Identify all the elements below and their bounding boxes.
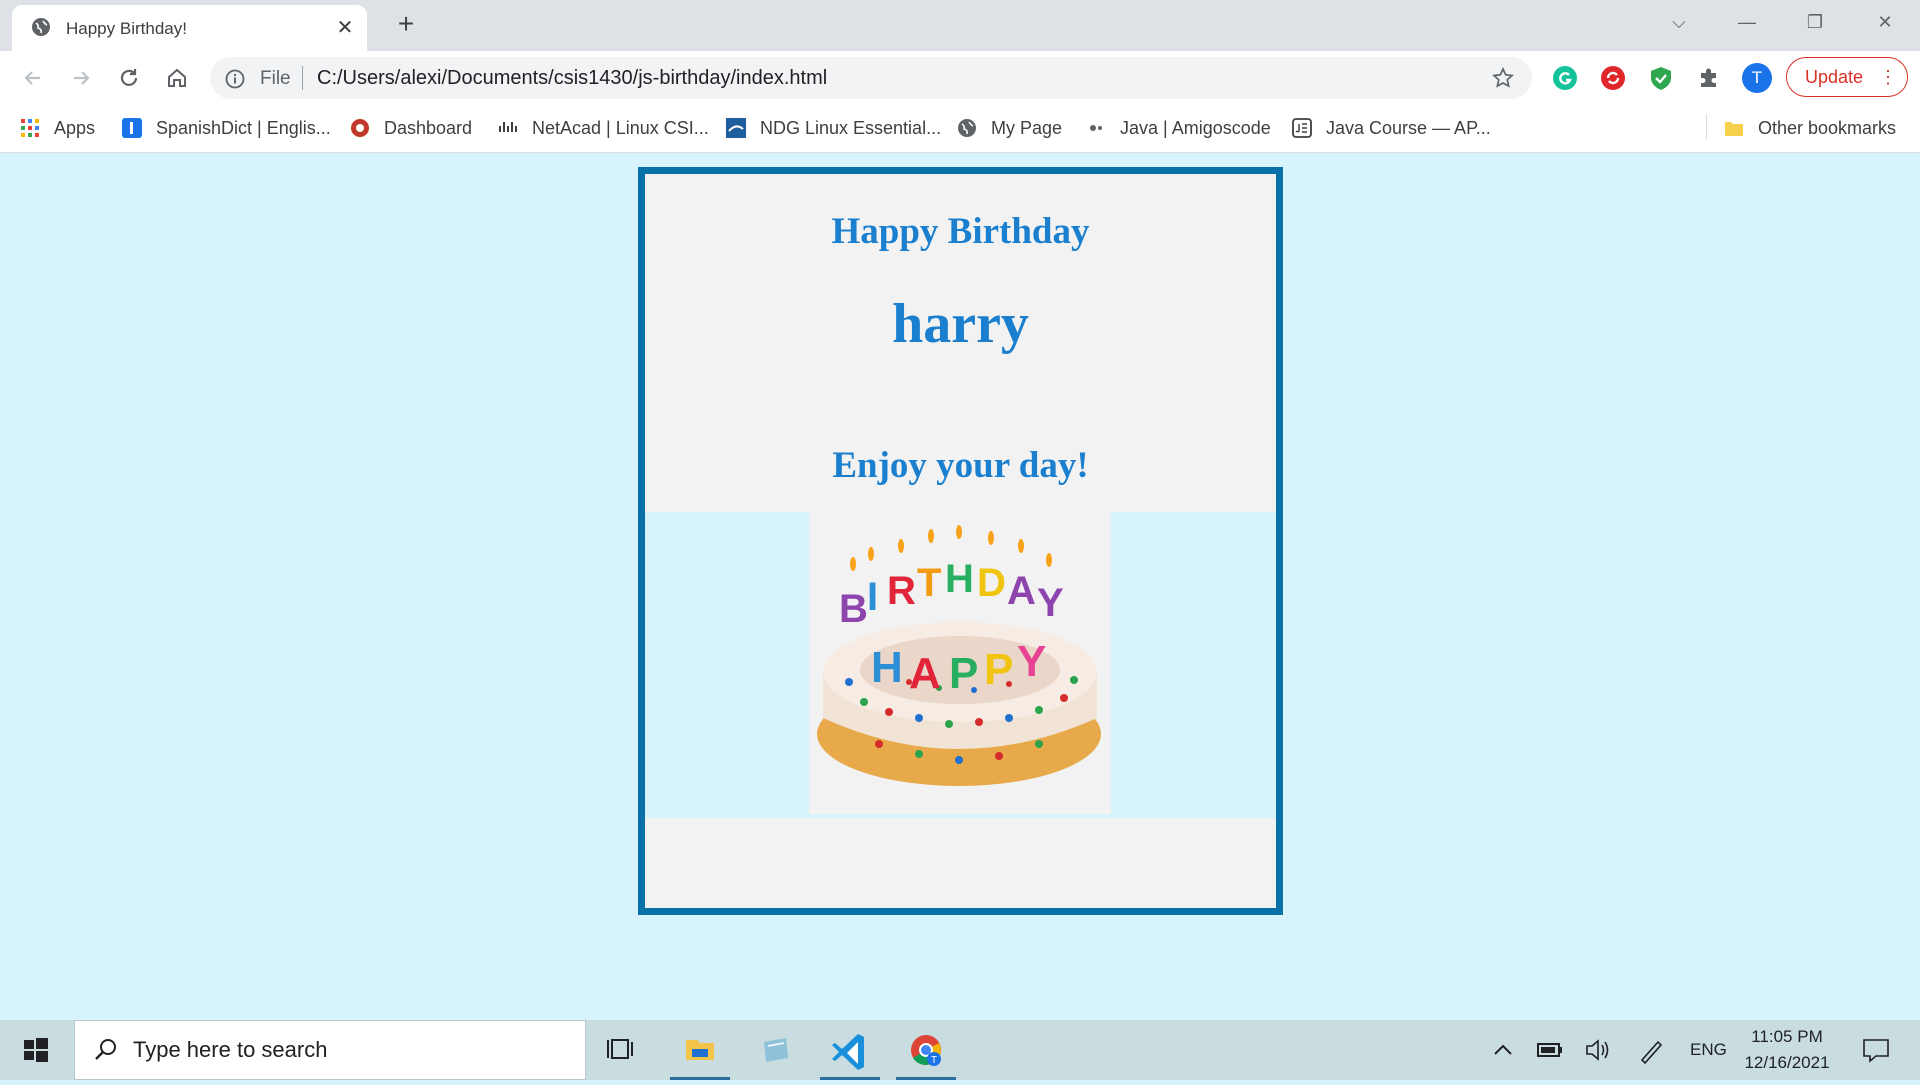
bookmark-label: Dashboard — [384, 118, 473, 138]
notepad-icon[interactable] — [746, 1020, 806, 1080]
birthday-name: harry — [892, 293, 1029, 355]
profile-avatar[interactable]: T — [1742, 63, 1772, 93]
birthday-card: Happy Birthday harry Enjoy your day! B I… — [638, 167, 1283, 915]
close-window-button[interactable]: ✕ — [1860, 0, 1910, 44]
restore-button[interactable]: ❐ — [1790, 0, 1840, 44]
browser-toolbar: File C:/Users/alexi/Documents/csis1430/j… — [0, 51, 1920, 105]
bookmark-label: Java | Amigoscode — [1120, 118, 1271, 138]
svg-text:A: A — [909, 649, 941, 698]
globe-icon — [30, 16, 52, 43]
svg-text:I: I — [867, 575, 878, 619]
extensions-puzzle-icon[interactable] — [1696, 65, 1722, 91]
back-icon[interactable] — [20, 65, 46, 91]
browser-tab[interactable]: Happy Birthday! ✕ — [12, 5, 367, 51]
other-bookmarks-label: Other bookmarks — [1758, 118, 1897, 138]
tab-title: Happy Birthday! — [66, 19, 187, 38]
clock-date: 12/16/2021 — [1744, 1053, 1830, 1072]
home-icon[interactable] — [164, 65, 190, 91]
clock-time: 11:05 PM — [1751, 1027, 1823, 1046]
bookmark-label: SpanishDict | Englis... — [156, 118, 331, 138]
svg-text:Y: Y — [1017, 637, 1046, 686]
more-menu-icon[interactable]: ⋮ — [1879, 58, 1897, 96]
grammarly-icon[interactable] — [1552, 65, 1578, 91]
task-view-icon[interactable] — [594, 1020, 654, 1080]
shield-icon[interactable] — [1648, 65, 1674, 91]
site-info-icon[interactable] — [224, 68, 246, 95]
taskbar-search-box[interactable]: Type here to search — [74, 1020, 586, 1080]
tab-search-icon[interactable]: ⌵ — [1654, 0, 1704, 44]
svg-text:Y: Y — [1037, 581, 1064, 625]
svg-text:T: T — [917, 561, 941, 605]
windows-start-icon[interactable] — [0, 1020, 72, 1080]
folder-icon — [1724, 118, 1744, 138]
reload-icon[interactable] — [116, 65, 142, 91]
bookmark-label: NDG Linux Essential... — [760, 118, 942, 138]
card-message: Enjoy your day! — [832, 445, 1089, 486]
birthday-cake-image: B I R T H D A Y H A P P Y — [809, 512, 1111, 814]
svg-text:P: P — [949, 649, 978, 698]
vscode-icon[interactable] — [820, 1020, 880, 1080]
amigoscode-icon — [1086, 118, 1106, 138]
bookmark-label: Apps — [54, 118, 96, 138]
show-hidden-icons-chevron-icon[interactable] — [1488, 1020, 1518, 1080]
volume-icon[interactable] — [1582, 1020, 1612, 1080]
bookmark-label: My Page — [991, 118, 1063, 138]
url-text[interactable]: C:/Users/alexi/Documents/csis1430/js-bir… — [317, 67, 827, 90]
file-explorer-icon[interactable] — [670, 1020, 730, 1080]
globe-icon — [957, 118, 977, 138]
svg-text:R: R — [887, 569, 916, 613]
system-clock[interactable]: 11:05 PM 12/16/2021 — [1732, 1024, 1842, 1076]
page-viewport: Happy Birthday harry Enjoy your day! B I… — [0, 154, 1920, 1020]
java-course-icon — [1292, 118, 1312, 138]
pen-workspace-icon[interactable] — [1636, 1020, 1666, 1080]
dashboard-icon — [350, 118, 370, 138]
minimize-button[interactable]: — — [1722, 0, 1772, 44]
url-scheme: File — [260, 68, 291, 89]
address-bar[interactable]: File C:/Users/alexi/Documents/csis1430/j… — [210, 57, 1532, 99]
image-row: B I R T H D A Y H A P P Y — [645, 512, 1276, 818]
notifications-icon[interactable] — [1856, 1020, 1896, 1080]
url-divider — [302, 66, 303, 90]
adblock-icon[interactable] — [1600, 65, 1626, 91]
language-indicator[interactable]: ENG — [1690, 1040, 1727, 1064]
bookmarks-bar: Apps SpanishDict | Englis... Dashboard N… — [0, 105, 1920, 153]
new-tab-button[interactable]: + — [392, 10, 420, 39]
svg-text:H: H — [945, 557, 974, 601]
search-icon — [93, 1037, 119, 1068]
svg-text:H: H — [871, 643, 903, 692]
svg-text:T: T — [931, 1055, 937, 1066]
bookmark-star-icon[interactable] — [1492, 66, 1514, 94]
apps-grid-icon — [20, 118, 40, 138]
bookmark-label: NetAcad | Linux CSI... — [532, 118, 709, 138]
spanishdict-icon — [122, 118, 142, 138]
search-placeholder: Type here to search — [133, 1037, 328, 1062]
cisco-icon — [498, 118, 518, 138]
chrome-icon[interactable]: T — [896, 1020, 956, 1080]
update-button[interactable]: Update ⋮ — [1786, 57, 1908, 97]
update-label: Update — [1805, 67, 1864, 87]
tab-strip: Happy Birthday! ✕ + ⌵ — ❐ ✕ — [0, 0, 1920, 51]
bookmarks-divider — [1706, 114, 1707, 140]
ndg-icon — [726, 118, 746, 138]
windows-taskbar: Type here to search T ENG 11:05 PM 12/16… — [0, 1020, 1920, 1080]
svg-text:D: D — [977, 561, 1006, 605]
svg-text:P: P — [984, 645, 1013, 694]
svg-text:B: B — [839, 587, 868, 631]
battery-icon[interactable] — [1535, 1020, 1565, 1080]
close-tab-icon[interactable]: ✕ — [334, 17, 356, 39]
bookmark-label: Java Course — AP... — [1326, 118, 1491, 138]
forward-icon[interactable] — [68, 65, 94, 91]
card-heading: Happy Birthday — [831, 211, 1090, 252]
svg-text:A: A — [1007, 569, 1036, 613]
